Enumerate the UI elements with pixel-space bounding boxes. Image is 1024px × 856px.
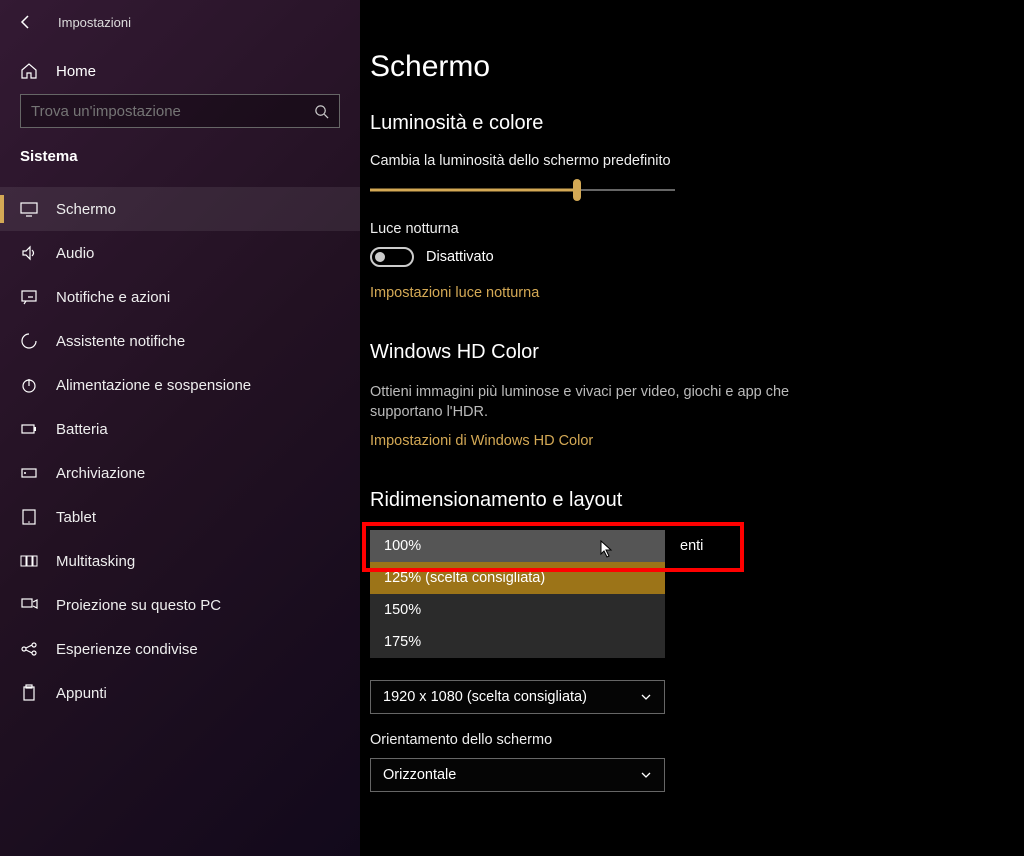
sidebar-item-assistente[interactable]: Assistente notifiche xyxy=(0,319,360,363)
sidebar-item-tablet[interactable]: Tablet xyxy=(0,495,360,539)
chevron-down-icon xyxy=(640,769,652,781)
window-title: Impostazioni xyxy=(58,15,131,30)
notifications-icon xyxy=(20,288,38,306)
storage-icon xyxy=(20,464,38,482)
sidebar-item-label: Tablet xyxy=(56,509,96,526)
sidebar-item-label: Archiviazione xyxy=(56,465,145,482)
night-light-settings-link[interactable]: Impostazioni luce notturna xyxy=(370,285,1024,301)
sidebar-item-label: Schermo xyxy=(56,201,116,218)
scale-option-150[interactable]: 150% xyxy=(370,594,665,626)
tablet-icon xyxy=(20,508,38,526)
page-title: Schermo xyxy=(370,50,1024,84)
toggle-knob xyxy=(375,252,385,262)
section-hdcolor: Windows HD Color xyxy=(370,341,1024,364)
scale-option-100[interactable]: 100% xyxy=(370,530,665,562)
titlebar: Impostazioni xyxy=(0,0,360,44)
brightness-label: Cambia la luminosità dello schermo prede… xyxy=(370,153,1024,169)
search-input[interactable] xyxy=(31,103,314,120)
search-input-wrap[interactable] xyxy=(20,94,340,128)
sidebar-item-label: Multitasking xyxy=(56,553,135,570)
hdcolor-link[interactable]: Impostazioni di Windows HD Color xyxy=(370,433,1024,449)
sidebar: Impostazioni Home Sistema Schermo Audio … xyxy=(0,0,360,856)
brightness-slider[interactable] xyxy=(370,179,675,201)
sidebar-item-label: Assistente notifiche xyxy=(56,333,185,350)
sidebar-item-label: Esperienze condivise xyxy=(56,641,198,658)
hidden-label-fragment: enti xyxy=(680,538,703,554)
sidebar-item-esperienze[interactable]: Esperienze condivise xyxy=(0,627,360,671)
sidebar-item-label: Batteria xyxy=(56,421,108,438)
back-button[interactable] xyxy=(18,14,34,30)
sidebar-item-label: Proiezione su questo PC xyxy=(56,597,221,614)
sidebar-item-appunti[interactable]: Appunti xyxy=(0,671,360,715)
sidebar-home[interactable]: Home xyxy=(0,62,360,80)
sidebar-item-audio[interactable]: Audio xyxy=(0,231,360,275)
sidebar-category: Sistema xyxy=(0,148,360,177)
sidebar-item-label: Audio xyxy=(56,245,94,262)
sidebar-item-notifiche[interactable]: Notifiche e azioni xyxy=(0,275,360,319)
section-scaling: Ridimensionamento e layout xyxy=(370,489,1024,512)
section-brightness: Luminosità e colore xyxy=(370,112,1024,135)
audio-icon xyxy=(20,244,38,262)
night-light-label: Luce notturna xyxy=(370,221,1024,237)
focus-icon xyxy=(20,332,38,350)
home-icon xyxy=(20,62,38,80)
main-content: Schermo Luminosità e colore Cambia la lu… xyxy=(360,0,1024,856)
battery-icon xyxy=(20,420,38,438)
sidebar-item-schermo[interactable]: Schermo xyxy=(0,187,360,231)
resolution-select[interactable]: 1920 x 1080 (scelta consigliata) xyxy=(370,680,665,714)
scale-option-175[interactable]: 175% xyxy=(370,626,665,658)
shared-icon xyxy=(20,640,38,658)
sidebar-item-label: Appunti xyxy=(56,685,107,702)
toggle-state-label: Disattivato xyxy=(426,249,494,265)
sidebar-item-batteria[interactable]: Batteria xyxy=(0,407,360,451)
multitasking-icon xyxy=(20,552,38,570)
sidebar-item-multitasking[interactable]: Multitasking xyxy=(0,539,360,583)
orientation-value: Orizzontale xyxy=(383,767,456,783)
sidebar-item-archiviazione[interactable]: Archiviazione xyxy=(0,451,360,495)
sidebar-home-label: Home xyxy=(56,63,96,80)
hdcolor-desc: Ottieni immagini più luminose e vivaci p… xyxy=(370,382,850,423)
scale-dropdown-open[interactable]: 100% 125% (scelta consigliata) 150% 175% xyxy=(370,530,665,658)
clipboard-icon xyxy=(20,684,38,702)
resolution-value: 1920 x 1080 (scelta consigliata) xyxy=(383,689,587,705)
sidebar-item-alimentazione[interactable]: Alimentazione e sospensione xyxy=(0,363,360,407)
orientation-select[interactable]: Orizzontale xyxy=(370,758,665,792)
scale-option-125[interactable]: 125% (scelta consigliata) xyxy=(370,562,665,594)
display-icon xyxy=(20,200,38,218)
projection-icon xyxy=(20,596,38,614)
chevron-down-icon xyxy=(640,691,652,703)
sidebar-item-label: Alimentazione e sospensione xyxy=(56,377,251,394)
orientation-label: Orientamento dello schermo xyxy=(370,732,1024,748)
sidebar-item-proiezione[interactable]: Proiezione su questo PC xyxy=(0,583,360,627)
slider-thumb[interactable] xyxy=(573,179,581,201)
power-icon xyxy=(20,376,38,394)
night-light-toggle[interactable] xyxy=(370,247,414,267)
search-icon xyxy=(314,104,329,119)
sidebar-nav: Schermo Audio Notifiche e azioni Assiste… xyxy=(0,187,360,715)
slider-fill xyxy=(370,189,577,192)
sidebar-item-label: Notifiche e azioni xyxy=(56,289,170,306)
